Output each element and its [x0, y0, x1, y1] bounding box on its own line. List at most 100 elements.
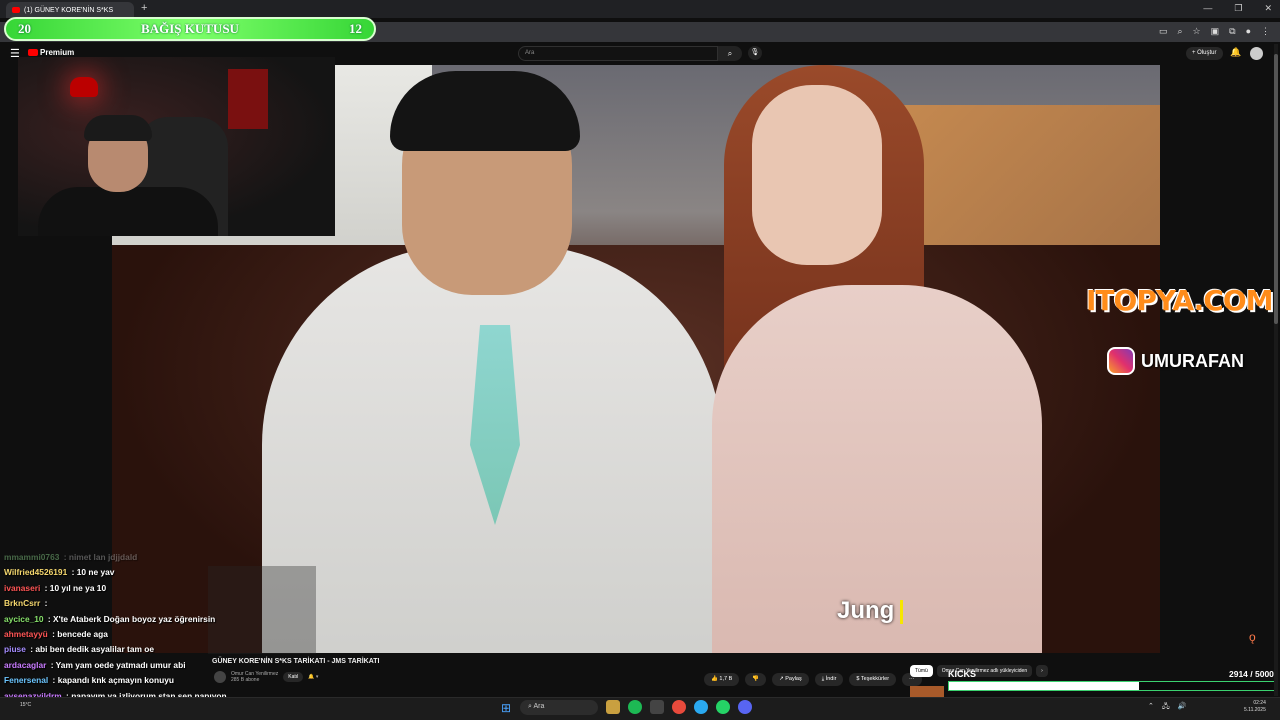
extension-icon[interactable]: ▣ [1211, 26, 1220, 37]
chat-message: BrknCsrr : [0, 596, 330, 611]
notification-bell-icon[interactable]: 🔔 ▾ [308, 674, 318, 680]
create-button[interactable]: + Oluştur [1186, 47, 1223, 60]
instagram-overlay: UMURAFAN [1107, 347, 1244, 375]
video-frame-man-hair [390, 71, 580, 151]
microphone-icon[interactable]: 🎙 [748, 46, 762, 60]
tray-arrow-icon[interactable]: ⌃ [1148, 702, 1154, 713]
clock-date: 5.11.2025 [1244, 707, 1266, 713]
donation-box-overlay: 20 BAĞIŞ KUTUSU 12 [4, 17, 376, 41]
chat-username[interactable]: piuse [4, 644, 26, 654]
dislike-button[interactable]: 👎 [745, 673, 767, 686]
chat-message: Wilfried4526191 : 10 ne yav [0, 565, 330, 580]
chat-separator: : [50, 675, 58, 686]
zoom-icon[interactable]: ⌕ [1177, 26, 1182, 37]
create-label: Oluştur [1197, 50, 1217, 56]
chat-text: nimet lan jdjjdald [68, 552, 138, 562]
chat-message: aycice_10 : X'te Ataberk Doğan boyoz yaz… [0, 612, 330, 627]
chat-username[interactable]: ardacaglar [4, 660, 46, 670]
chat-username[interactable]: mmammi0763 [4, 552, 59, 562]
page-scrollbar[interactable] [1274, 44, 1278, 696]
webcam-body [38, 187, 218, 236]
bookmark-star-icon[interactable]: ☆ [1193, 26, 1201, 37]
window-controls: — ❐ ✕ [1203, 3, 1272, 14]
chat-text: 10 ne yav [76, 567, 115, 578]
weather-widget[interactable]: 15°C [20, 702, 31, 708]
channel-watermark-icon: ǫ [1249, 630, 1256, 644]
minimize-button[interactable]: — [1203, 3, 1212, 14]
chip-next-arrow[interactable]: › [1036, 665, 1048, 677]
chat-text: bencede aga [57, 628, 108, 639]
download-button[interactable]: ⤓ İndir [814, 673, 844, 686]
chrome-icon[interactable] [672, 700, 686, 714]
chat-separator: : [61, 552, 69, 562]
like-button[interactable]: 👍 1,7 B [704, 673, 740, 686]
tab-title: (1) GÜNEY KORE'NİN S*KS [24, 6, 114, 14]
cast-icon[interactable]: ▭ [1159, 26, 1168, 37]
like-count: 1,7 B [719, 676, 733, 682]
chat-username[interactable]: Wilfried4526191 [4, 567, 67, 577]
thanks-button[interactable]: $ Teşekkürler [849, 673, 897, 686]
search-input[interactable]: Ara [518, 46, 718, 61]
chat-message: ivanaseri : 10 yıl ne ya 10 [0, 581, 330, 596]
new-tab-button[interactable]: + [141, 2, 147, 14]
youtube-logo[interactable]: Premium [28, 48, 74, 57]
chat-text: kapandı knk açmayın konuyu [57, 675, 175, 686]
extensions-puzzle-icon[interactable]: ⧉ [1229, 26, 1235, 37]
browser-app-icon[interactable] [694, 700, 708, 714]
subtitle-cursor [900, 599, 904, 624]
youtube-play-icon [28, 49, 38, 56]
related-filter-chips: Tümü Omur Can Yenilirmez adlı yükleyicid… [910, 665, 1048, 677]
account-avatar[interactable] [1250, 47, 1263, 60]
sponsor-logo: ITOPYA.COM [1086, 284, 1273, 317]
chat-username[interactable]: BrknCsrr [4, 598, 40, 608]
chat-separator: : [48, 659, 56, 670]
chat-username[interactable]: ahmetayyü [4, 629, 48, 639]
join-button[interactable]: Katıl [283, 672, 304, 682]
taskbar-search[interactable]: ⌕ Ara [520, 700, 598, 715]
share-button[interactable]: ↗ Paylaş [772, 673, 809, 686]
video-subtitle: Jung [837, 597, 904, 625]
chat-username[interactable]: ivanaseri [4, 583, 40, 593]
webcam-streamer-hair [84, 115, 152, 141]
search-icon[interactable]: ⌕ [718, 46, 742, 61]
chat-message: mmammi0763 : nimet lan jdjjdald [0, 550, 330, 565]
chat-username[interactable]: Fenersenal [4, 675, 48, 685]
share-label: Paylaş [785, 676, 802, 682]
chip-all[interactable]: Tümü [910, 665, 933, 677]
chat-text: Yam yam oede yatmadı umur abi [55, 659, 186, 670]
notification-bell-icon[interactable]: 🔔 [1230, 47, 1241, 58]
kebab-menu-icon[interactable]: ⋮ [1261, 26, 1270, 37]
youtube-favicon-icon [12, 7, 20, 13]
taskbar-search-label: Ara [533, 703, 545, 710]
app-icon[interactable] [650, 700, 664, 714]
chat-text: 10 yıl ne ya 10 [49, 582, 107, 593]
close-button[interactable]: ✕ [1264, 3, 1272, 14]
chat-text: abi ben dedik asyalilar tam oe [35, 644, 155, 655]
network-icon[interactable]: 🖧 [1162, 702, 1170, 713]
chat-separator: : [45, 613, 54, 624]
whatsapp-icon[interactable] [716, 700, 730, 714]
discord-icon[interactable] [738, 700, 752, 714]
chat-separator: : [42, 598, 48, 609]
subscriber-count: 285 B abone [231, 677, 260, 683]
game-app-icon[interactable] [606, 700, 620, 714]
kicks-goal-progress-bar [948, 681, 1276, 691]
channel-avatar[interactable] [214, 671, 226, 683]
scrollbar-thumb[interactable] [1274, 54, 1278, 324]
taskbar-clock[interactable]: 02:24 5.11.2025 [1244, 700, 1266, 714]
windows-start-icon[interactable]: ⊞ [501, 701, 511, 715]
volume-icon[interactable]: 🔊 [1178, 702, 1187, 713]
chat-message: ahmetayyü : bencede aga [0, 627, 330, 642]
donation-left-value: 20 [18, 21, 31, 36]
system-tray: ⌃ 🖧 🔊 [1148, 702, 1186, 713]
download-label: İndir [825, 676, 837, 682]
spotify-icon[interactable] [628, 700, 642, 714]
webcam-lamp [70, 77, 98, 97]
instagram-icon [1107, 347, 1135, 375]
donation-title: BAĞIŞ KUTUSU [141, 21, 239, 36]
maximize-button[interactable]: ❐ [1234, 3, 1242, 14]
chat-username[interactable]: aycice_10 [4, 614, 44, 624]
channel-row: Omur Can Yenilirmez 285 B abone Katıl 🔔 … [214, 671, 318, 683]
browser-tab[interactable]: (1) GÜNEY KORE'NİN S*KS [6, 2, 134, 18]
profile-icon[interactable]: ● [1246, 26, 1251, 37]
